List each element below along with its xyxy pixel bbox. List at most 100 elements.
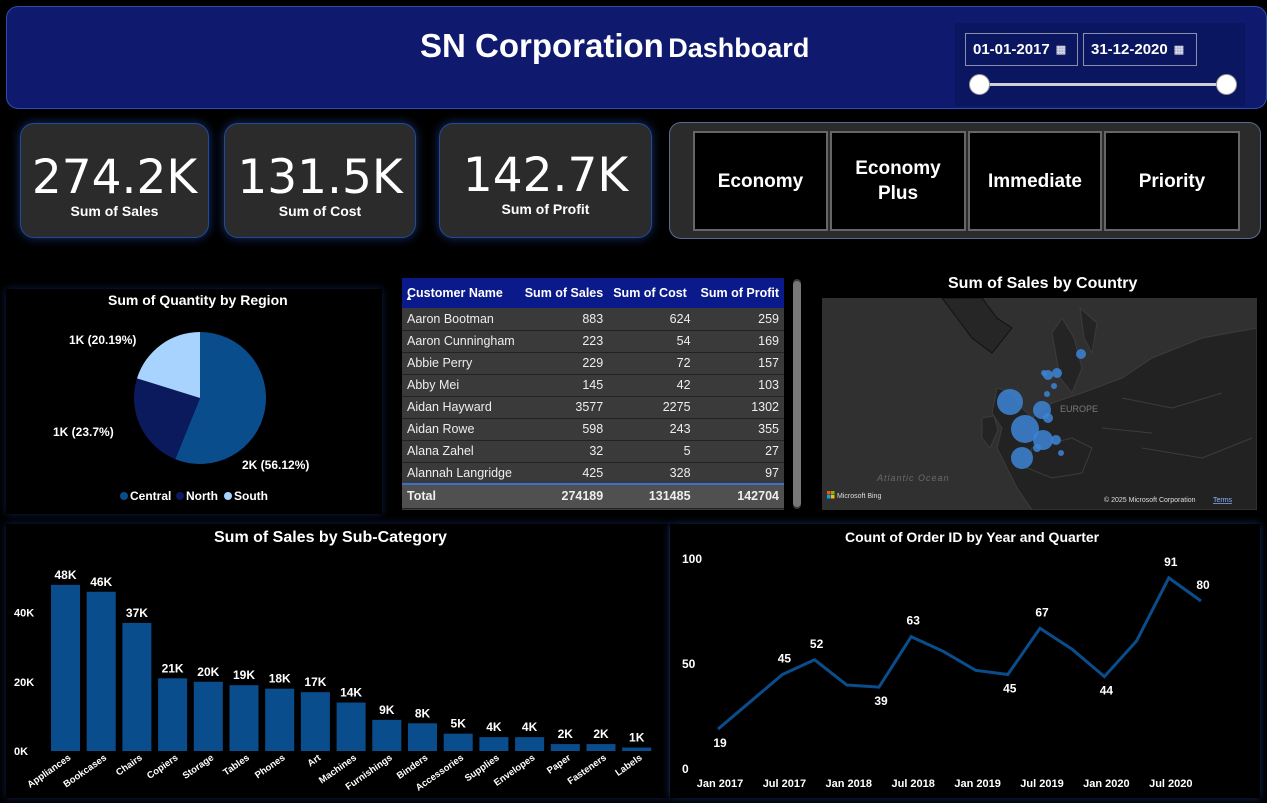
numeric-cell: 355 xyxy=(695,418,784,441)
kpi-value: 274.2K xyxy=(31,150,198,205)
bar[interactable] xyxy=(443,733,473,751)
start-date-field[interactable]: 01-01-2017 ▦ xyxy=(965,33,1078,66)
bar-data-label: 14K xyxy=(340,686,362,700)
bar-data-label: 5K xyxy=(451,717,467,731)
country-bubble[interactable] xyxy=(1043,413,1053,423)
country-bubble[interactable] xyxy=(1011,447,1033,469)
table-row[interactable]: Aaron Cunningham 223 54 169 xyxy=(402,330,784,353)
column-header-customer-name[interactable]: ▲ Customer Name xyxy=(402,278,520,308)
ship-mode-priority-button[interactable]: Priority xyxy=(1104,131,1240,231)
end-date-field[interactable]: 31-12-2020 ▦ xyxy=(1083,33,1197,66)
page-title: SN Corporation Dashboard xyxy=(420,27,809,65)
line-point-label: 52 xyxy=(810,637,824,651)
country-bubble[interactable] xyxy=(1051,435,1061,445)
bar-data-label: 2K xyxy=(558,727,574,741)
table-row[interactable]: Alana Zahel 32 5 27 xyxy=(402,440,784,463)
line-x-tick: Jul 2020 xyxy=(1149,778,1192,790)
pie-label-south: 1K (20.19%) xyxy=(69,333,136,347)
legend-marker-south xyxy=(224,492,232,500)
bar-data-label: 37K xyxy=(126,606,148,620)
country-bubble[interactable] xyxy=(1076,349,1086,359)
bar-data-label: 9K xyxy=(379,703,395,717)
page-title-main: SN Corporation xyxy=(420,27,664,64)
country-bubble[interactable] xyxy=(997,389,1023,415)
line-point-label: 80 xyxy=(1196,578,1210,592)
bar[interactable] xyxy=(265,688,295,751)
bar[interactable] xyxy=(622,747,652,751)
table-row[interactable]: Aidan Rowe 598 243 355 xyxy=(402,418,784,441)
map-copyright: © 2025 Microsoft Corporation xyxy=(1104,496,1196,504)
numeric-cell: 2275 xyxy=(608,396,696,419)
numeric-cell: 97 xyxy=(695,462,784,485)
line-x-tick: Jul 2019 xyxy=(1020,778,1063,790)
bar[interactable] xyxy=(479,737,509,751)
column-header-sales[interactable]: Sum of Sales xyxy=(519,278,609,308)
bar[interactable] xyxy=(122,622,152,751)
bar-data-label: 18K xyxy=(269,672,291,686)
bar[interactable] xyxy=(550,744,580,751)
bar[interactable] xyxy=(336,702,366,751)
customer-name-cell: Aidan Hayward xyxy=(402,396,520,419)
bar-data-label: 2K xyxy=(593,727,609,741)
map-terms-link[interactable]: Terms xyxy=(1213,497,1233,504)
column-header-profit[interactable]: Sum of Profit xyxy=(695,278,784,308)
bar[interactable] xyxy=(372,719,402,751)
numeric-cell: 229 xyxy=(519,352,609,375)
landmass-shape xyxy=(1079,306,1098,355)
table-row[interactable]: Abby Mei 145 42 103 xyxy=(402,374,784,397)
ship-mode-economy-plus-button[interactable]: Economy Plus xyxy=(830,131,966,231)
country-bubble[interactable] xyxy=(1058,450,1064,456)
line-x-tick: Jan 2019 xyxy=(954,778,1000,790)
date-slider-start-handle[interactable] xyxy=(969,74,990,95)
bar[interactable] xyxy=(586,744,616,751)
numeric-cell: 883 xyxy=(519,308,609,331)
bar[interactable] xyxy=(86,591,116,751)
country-bubble[interactable] xyxy=(1044,391,1050,397)
bar[interactable] xyxy=(193,681,223,751)
bar[interactable] xyxy=(408,723,437,751)
numeric-cell: 624 xyxy=(608,308,696,331)
bar[interactable] xyxy=(300,692,330,751)
bar-data-label: 48K xyxy=(54,568,76,582)
bar[interactable] xyxy=(51,584,80,751)
customer-name-cell: Abby Mei xyxy=(402,374,520,397)
line-point-label: 39 xyxy=(874,694,888,708)
pie-chart-panel: Sum of Quantity by Region 1K (20.19%) 1K… xyxy=(6,289,382,514)
customer-name-cell: Aaron Cunningham xyxy=(402,330,520,353)
bar[interactable] xyxy=(229,685,259,751)
bar-y-tick: 40K xyxy=(14,608,34,620)
country-bubble[interactable] xyxy=(1052,368,1062,378)
table-row[interactable]: Alannah Langridge 425 328 97 xyxy=(402,462,784,485)
sales-map[interactable]: EUROPE Atlantic Ocean Microsoft Bing © 2… xyxy=(822,298,1257,510)
ship-mode-economy-button[interactable]: Economy xyxy=(693,131,828,231)
table-row[interactable]: Aidan Hayward 3577 2275 1302 xyxy=(402,396,784,419)
bar[interactable] xyxy=(158,678,188,751)
line-point-label: 45 xyxy=(1003,682,1017,696)
numeric-cell: 32 xyxy=(519,440,609,463)
bing-logo-icon xyxy=(831,495,835,499)
bar-data-label: 19K xyxy=(233,668,255,682)
sort-ascending-icon[interactable]: ▲ xyxy=(405,293,413,302)
table-scrollbar-thumb[interactable] xyxy=(793,281,801,507)
table-row[interactable]: Aaron Bootman 883 624 259 xyxy=(402,308,784,331)
kpi-card-cost: 131.5K Sum of Cost xyxy=(224,123,416,238)
table-header-row: ▲ Customer Name Sum of Sales Sum of Cost… xyxy=(402,278,784,308)
bing-logo-icon xyxy=(827,491,831,495)
calendar-icon[interactable]: ▦ xyxy=(1174,43,1184,56)
bing-logo-text: Microsoft Bing xyxy=(837,493,881,500)
bar-category-label: Copiers xyxy=(145,752,180,781)
ship-mode-immediate-button[interactable]: Immediate xyxy=(968,131,1102,231)
calendar-icon[interactable]: ▦ xyxy=(1056,43,1066,56)
table-row[interactable]: Abbie Perry 229 72 157 xyxy=(402,352,784,375)
table-total-row: Total 274189 131485 142704 xyxy=(402,483,784,509)
numeric-cell: 5 xyxy=(608,440,696,463)
date-slider-end-handle[interactable] xyxy=(1216,74,1237,95)
country-bubble[interactable] xyxy=(1051,383,1057,389)
landmass-shape xyxy=(981,415,999,449)
numeric-cell: 425 xyxy=(519,462,609,485)
date-slider-track[interactable] xyxy=(979,83,1227,86)
bar[interactable] xyxy=(515,737,545,751)
country-bubble[interactable] xyxy=(1043,370,1053,380)
column-header-cost[interactable]: Sum of Cost xyxy=(608,278,696,308)
country-bubble[interactable] xyxy=(1033,444,1041,452)
